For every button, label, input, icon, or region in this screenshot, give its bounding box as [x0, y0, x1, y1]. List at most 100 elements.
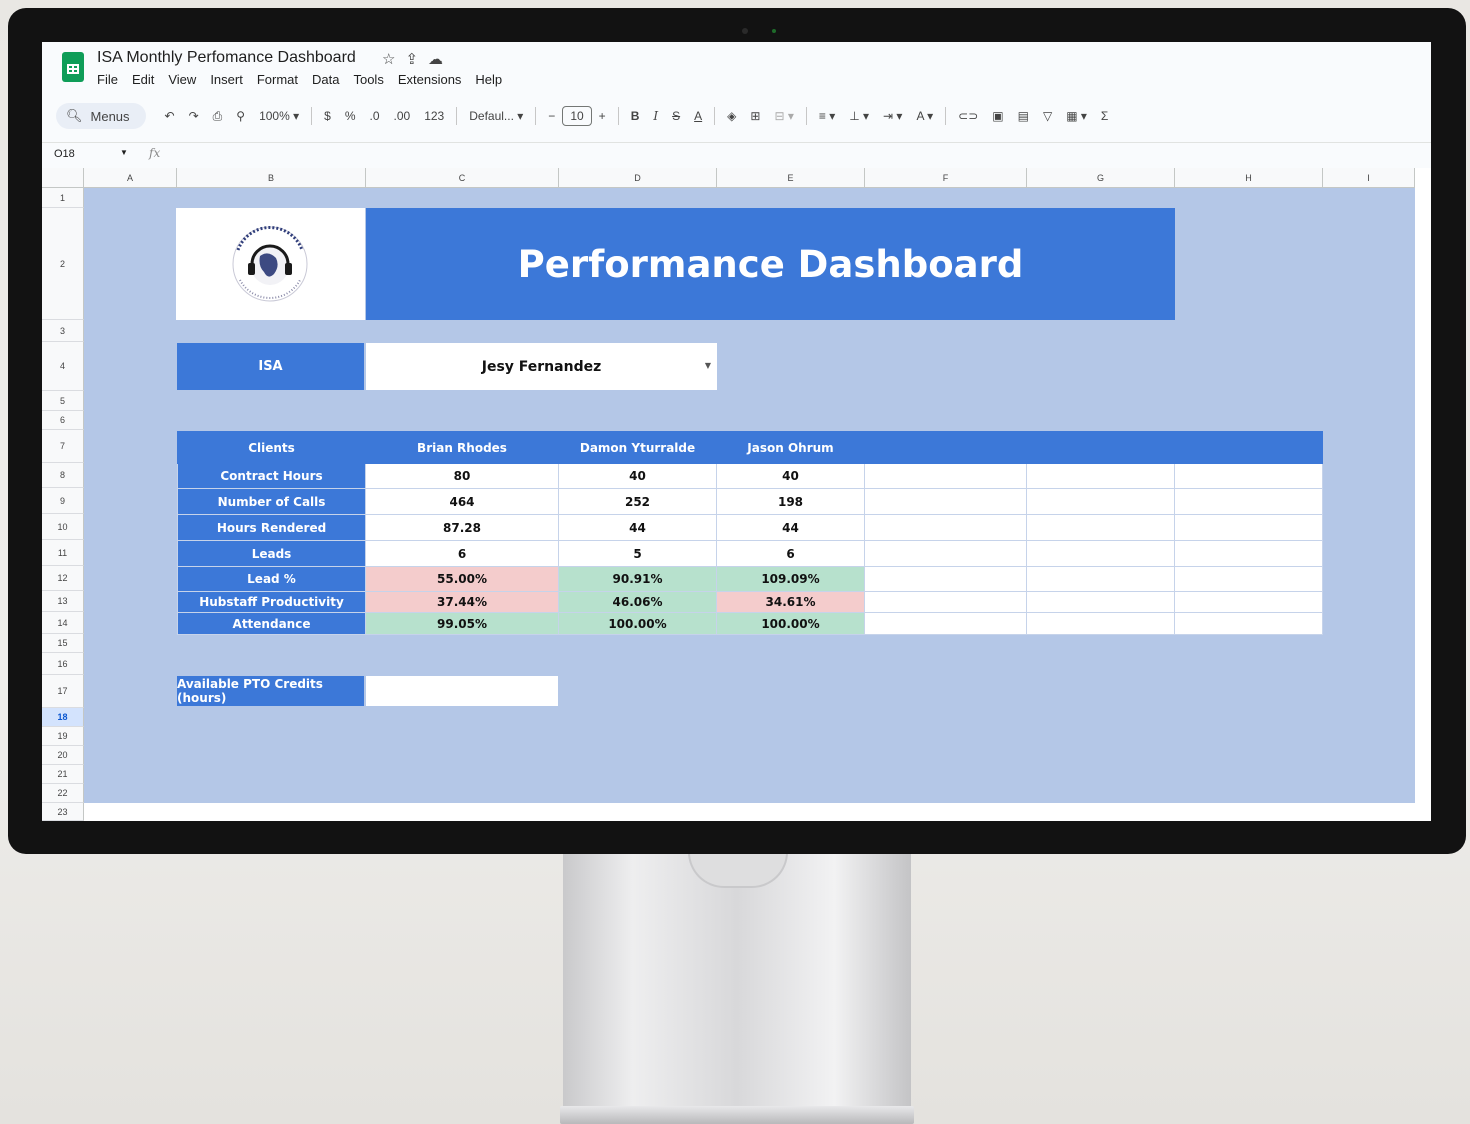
font-select[interactable]: Defaul... ▾ [462, 109, 530, 123]
horizontal-align-icon[interactable]: ≡ ▾ [812, 109, 842, 123]
row-header[interactable]: 5 [42, 391, 84, 411]
metric-cell[interactable]: 40 [558, 463, 717, 489]
metric-cell-good[interactable]: 90.91% [558, 566, 717, 592]
empty-cell[interactable] [864, 612, 1027, 635]
empty-cell[interactable] [1026, 540, 1175, 567]
empty-cell[interactable] [1174, 540, 1323, 567]
star-icon[interactable]: ☆ [382, 51, 405, 68]
empty-cell[interactable] [864, 488, 1027, 515]
metric-cell[interactable]: 464 [365, 488, 559, 515]
row-header[interactable]: 7 [42, 430, 84, 463]
pto-credits-value[interactable] [366, 676, 558, 706]
metric-cell-bad[interactable]: 37.44% [365, 591, 559, 613]
empty-cell[interactable] [864, 463, 1027, 489]
metric-label[interactable]: Hubstaff Productivity [177, 591, 366, 613]
isa-dropdown[interactable]: Jesy Fernandez ▼ [366, 343, 717, 390]
row-header[interactable]: 19 [42, 727, 84, 746]
metric-cell[interactable]: 87.28 [365, 514, 559, 541]
menu-edit[interactable]: Edit [132, 72, 154, 87]
header-cell-clients[interactable]: Clients [177, 431, 366, 464]
row-header[interactable]: 15 [42, 634, 84, 653]
merge-cells-icon[interactable]: ⊟ ▾ [767, 109, 800, 123]
font-size-increase-icon[interactable]: + [592, 109, 613, 123]
metric-cell-good[interactable]: 99.05% [365, 612, 559, 635]
column-header-h[interactable]: H [1175, 168, 1323, 188]
metric-label[interactable]: Number of Calls [177, 488, 366, 515]
functions-icon[interactable]: Σ [1094, 109, 1115, 123]
row-header[interactable]: 23 [42, 803, 84, 821]
row-header[interactable]: 6 [42, 411, 84, 430]
name-box-dropdown-icon[interactable]: ▼ [120, 148, 128, 157]
metric-cell[interactable]: 44 [716, 514, 865, 541]
metric-label[interactable]: Contract Hours [177, 463, 366, 489]
paint-format-icon[interactable]: ⚲ [229, 109, 252, 123]
metric-cell[interactable]: 80 [365, 463, 559, 489]
column-header-g[interactable]: G [1027, 168, 1175, 188]
empty-cell[interactable] [864, 566, 1027, 592]
row-header[interactable]: 17 [42, 675, 84, 708]
text-rotate-icon[interactable]: A ▾ [909, 109, 940, 123]
row-header[interactable]: 22 [42, 784, 84, 803]
column-header-d[interactable]: D [559, 168, 717, 188]
metric-label[interactable]: Attendance [177, 612, 366, 635]
insert-chart-icon[interactable]: ▤ [1011, 109, 1036, 123]
filter-icon[interactable]: ▽ [1036, 109, 1059, 123]
strikethrough-icon[interactable]: S [665, 109, 687, 123]
row-header[interactable]: 21 [42, 765, 84, 784]
currency-format-button[interactable]: $ [317, 109, 338, 123]
column-header-b[interactable]: B [177, 168, 366, 188]
menu-insert[interactable]: Insert [210, 72, 243, 87]
empty-cell[interactable] [1026, 463, 1175, 489]
cloud-status-icon[interactable]: ☁ [428, 51, 453, 68]
empty-cell[interactable] [1026, 566, 1175, 592]
redo-icon[interactable]: ↷ [182, 109, 206, 123]
column-header-e[interactable]: E [717, 168, 865, 188]
menu-data[interactable]: Data [312, 72, 339, 87]
insert-link-icon[interactable]: ⊂⊃ [951, 109, 985, 123]
empty-cell[interactable] [1026, 488, 1175, 515]
metric-label[interactable]: Leads [177, 540, 366, 567]
move-to-drive-icon[interactable]: ⇪ [405, 51, 428, 68]
metric-cell-good[interactable]: 100.00% [558, 612, 717, 635]
empty-cell[interactable] [864, 514, 1027, 541]
empty-cell[interactable] [1174, 612, 1323, 635]
zoom-select[interactable]: 100% ▾ [252, 109, 306, 123]
sheets-logo-icon[interactable] [62, 52, 84, 82]
metric-cell[interactable]: 6 [716, 540, 865, 567]
font-size-input[interactable]: 10 [562, 106, 592, 126]
dropdown-arrow-icon[interactable]: ▼ [705, 361, 711, 370]
header-cell-client-2[interactable]: Damon Yturralde [558, 431, 717, 464]
menu-tools[interactable]: Tools [353, 72, 383, 87]
bold-icon[interactable]: B [624, 109, 647, 123]
metric-cell-good[interactable]: 109.09% [716, 566, 865, 592]
header-cell-client-3[interactable]: Jason Ohrum [716, 431, 865, 464]
empty-cell[interactable] [1026, 612, 1175, 635]
undo-icon[interactable]: ↶ [158, 109, 182, 123]
column-header-i[interactable]: I [1323, 168, 1415, 188]
column-header-a[interactable]: A [84, 168, 177, 188]
text-wrap-icon[interactable]: ⇥ ▾ [876, 109, 909, 123]
metric-cell-good[interactable]: 46.06% [558, 591, 717, 613]
row-header[interactable]: 14 [42, 612, 84, 634]
company-logo-cell[interactable] [176, 208, 365, 320]
empty-cell[interactable] [864, 540, 1027, 567]
header-cell-empty[interactable] [1174, 431, 1323, 464]
empty-cell[interactable] [1026, 591, 1175, 613]
row-header[interactable]: 1 [42, 188, 84, 208]
row-header[interactable]: 8 [42, 463, 84, 488]
header-cell-client-1[interactable]: Brian Rhodes [365, 431, 559, 464]
text-color-icon[interactable]: A [687, 109, 709, 123]
metric-cell-good[interactable]: 100.00% [716, 612, 865, 635]
menu-extensions[interactable]: Extensions [398, 72, 462, 87]
row-header[interactable]: 20 [42, 746, 84, 765]
menus-search[interactable]: 🔍︎ Menus [56, 103, 146, 129]
metric-cell[interactable]: 44 [558, 514, 717, 541]
metric-cell[interactable]: 5 [558, 540, 717, 567]
row-header[interactable]: 4 [42, 342, 84, 391]
row-header[interactable]: 13 [42, 591, 84, 612]
row-header[interactable]: 9 [42, 488, 84, 514]
empty-cell[interactable] [1174, 514, 1323, 541]
menu-file[interactable]: File [97, 72, 118, 87]
empty-cell[interactable] [1174, 591, 1323, 613]
metric-cell-bad[interactable]: 55.00% [365, 566, 559, 592]
